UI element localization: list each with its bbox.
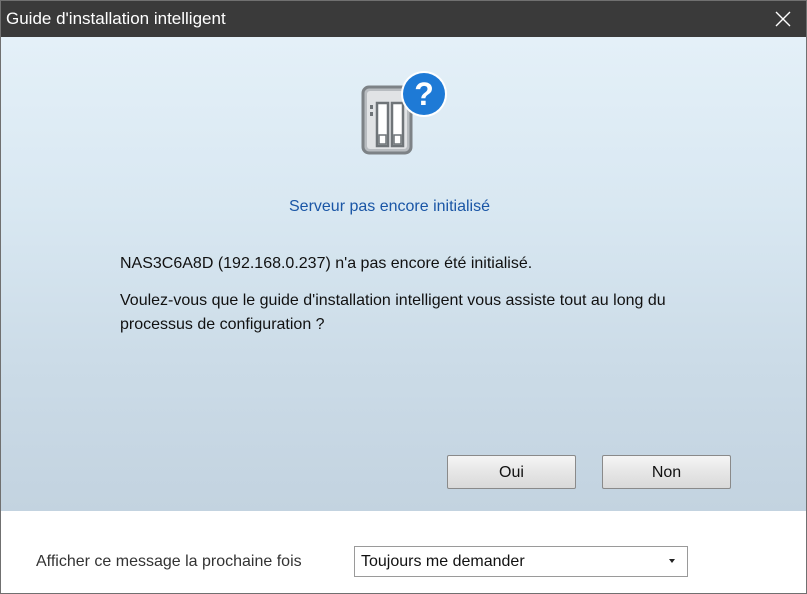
show-message-dropdown[interactable]: Toujours me demander (354, 546, 688, 577)
chevron-down-icon (669, 559, 675, 563)
footer-panel: Afficher ce message la prochaine fois To… (1, 511, 806, 593)
status-heading: Serveur pas encore initialisé (289, 198, 490, 215)
main-panel: ? Serveur pas encore initialisé NAS3C6A8… (1, 37, 806, 511)
nas-device-question-icon: ? (361, 71, 447, 155)
title-bar[interactable]: Guide d'installation intelligent (1, 1, 806, 37)
dropdown-selected-value: Toujours me demander (361, 553, 525, 570)
svg-text:?: ? (414, 76, 434, 112)
question-message: Voulez-vous que le guide d'installation … (120, 292, 666, 333)
yes-button[interactable]: Oui (447, 455, 576, 489)
show-message-label: Afficher ce message la prochaine fois (36, 553, 302, 570)
close-icon (775, 11, 791, 27)
window-title: Guide d'installation intelligent (6, 9, 226, 28)
close-button[interactable] (760, 1, 806, 37)
no-button[interactable]: Non (602, 455, 731, 489)
status-message: NAS3C6A8D (192.168.0.237) n'a pas encore… (120, 255, 533, 272)
dialog-window: Guide d'installation intelligent ? Serve… (0, 0, 807, 594)
